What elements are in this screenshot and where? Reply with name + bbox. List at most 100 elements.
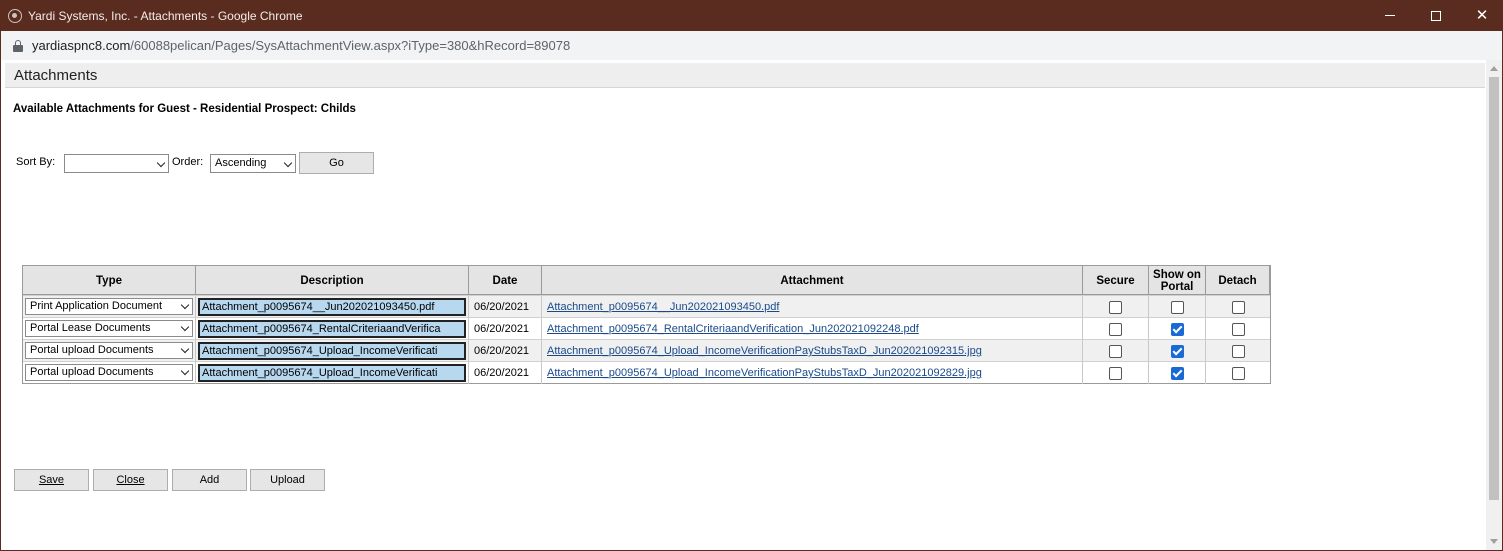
detach-checkbox[interactable] <box>1231 366 1245 380</box>
lock-icon[interactable] <box>13 39 23 52</box>
attachment-link[interactable]: Attachment_p0095674_Upload_IncomeVerific… <box>542 362 1083 384</box>
column-header-type: Type <box>23 266 196 295</box>
order-label: Order: <box>172 156 204 168</box>
chevron-down-icon <box>156 158 166 168</box>
type-value: Print Application Document <box>30 300 163 312</box>
show-on-portal-checkbox[interactable] <box>1170 300 1184 314</box>
show-on-portal-cell <box>1149 318 1206 340</box>
type-value: Portal upload Documents <box>30 366 154 378</box>
url-host: yardiaspnc8.com <box>32 38 131 53</box>
window-title: Yardi Systems, Inc. - Attachments - Goog… <box>28 8 303 23</box>
sort-by-label: Sort By: <box>16 156 56 168</box>
minimize-icon <box>1385 15 1395 16</box>
show-on-portal-checkbox[interactable] <box>1170 344 1184 358</box>
description-cell: Attachment_p0095674__Jun202021093450.pdf <box>196 296 469 318</box>
scroll-down-arrow-icon[interactable] <box>1490 539 1498 544</box>
order-value: Ascending <box>215 157 267 169</box>
description-cell: Attachment_p0095674_Upload_IncomeVerific… <box>196 362 469 384</box>
attachment-link[interactable]: Attachment_p0095674_Upload_IncomeVerific… <box>542 340 1083 362</box>
detach-checkbox[interactable] <box>1231 300 1245 314</box>
close-window-button[interactable]: ✕ <box>1459 0 1503 31</box>
description-input[interactable]: Attachment_p0095674_Upload_IncomeVerific… <box>198 342 466 360</box>
secure-cell <box>1083 340 1149 362</box>
type-cell: Portal Lease Documents <box>23 318 196 340</box>
type-select[interactable]: Portal Lease Documents <box>25 320 193 337</box>
save-button[interactable]: Save <box>14 469 89 491</box>
description-input[interactable]: Attachment_p0095674_RentalCriteriaandVer… <box>198 320 466 338</box>
chevron-down-icon <box>180 322 190 332</box>
type-cell: Portal upload Documents <box>23 340 196 362</box>
secure-cell <box>1083 318 1149 340</box>
table-row: Portal upload Documents Attachment_p0095… <box>23 361 1270 384</box>
table-row: Portal Lease Documents Attachment_p00956… <box>23 317 1270 340</box>
type-select[interactable]: Portal upload Documents <box>25 342 193 359</box>
show-on-portal-checkbox[interactable] <box>1170 366 1184 380</box>
url-text[interactable]: yardiaspnc8.com/60088pelican/Pages/SysAt… <box>32 38 570 53</box>
detach-checkbox[interactable] <box>1231 344 1245 358</box>
column-header-detach: Detach <box>1206 266 1270 295</box>
chevron-down-icon <box>180 366 190 376</box>
add-button[interactable]: Add <box>172 469 247 491</box>
detach-checkbox[interactable] <box>1231 322 1245 336</box>
attachment-link[interactable]: Attachment_p0095674__Jun202021093450.pdf <box>542 296 1083 318</box>
page-subtitle: Available Attachments for Guest - Reside… <box>13 103 356 115</box>
column-header-secure: Secure <box>1083 266 1149 295</box>
date-cell: 06/20/2021 <box>469 296 542 318</box>
type-cell: Print Application Document <box>23 296 196 318</box>
attachments-table: Type Description Date Attachment Secure … <box>22 265 1271 384</box>
secure-checkbox[interactable] <box>1109 344 1122 358</box>
chevron-down-icon <box>180 300 190 310</box>
column-header-show-on-portal: Show on Portal <box>1149 266 1206 295</box>
show-on-portal-checkbox[interactable] <box>1170 322 1184 336</box>
table-row: Portal upload Documents Attachment_p0095… <box>23 339 1270 362</box>
type-value: Portal Lease Documents <box>30 322 151 334</box>
column-header-date: Date <box>469 266 542 295</box>
type-value: Portal upload Documents <box>30 344 154 356</box>
address-bar[interactable]: yardiaspnc8.com/60088pelican/Pages/SysAt… <box>0 31 1503 60</box>
maximize-button[interactable] <box>1413 0 1459 31</box>
date-cell: 06/20/2021 <box>469 362 542 384</box>
chevron-down-icon <box>283 158 293 168</box>
detach-cell <box>1206 296 1270 318</box>
url-path: /60088pelican/Pages/SysAttachmentView.as… <box>130 38 571 53</box>
secure-cell <box>1083 362 1149 384</box>
column-header-description: Description <box>196 266 469 295</box>
secure-cell <box>1083 296 1149 318</box>
detach-cell <box>1206 362 1270 384</box>
page-header: Attachments <box>5 63 1485 88</box>
type-cell: Portal upload Documents <box>23 362 196 384</box>
attachment-link[interactable]: Attachment_p0095674_RentalCriteriaandVer… <box>542 318 1083 340</box>
type-select[interactable]: Print Application Document <box>25 298 193 315</box>
scrollbar-thumb[interactable] <box>1489 77 1499 500</box>
scroll-up-arrow-icon[interactable] <box>1490 66 1498 71</box>
page-content: Attachments Available Attachments for Gu… <box>0 60 1503 551</box>
description-input[interactable]: Attachment_p0095674__Jun202021093450.pdf <box>198 298 466 316</box>
secure-checkbox[interactable] <box>1109 322 1122 336</box>
table-row: Print Application Document Attachment_p0… <box>23 295 1270 318</box>
close-icon: ✕ <box>1475 6 1489 24</box>
maximize-icon <box>1431 10 1441 21</box>
sort-by-select[interactable] <box>64 154 169 173</box>
show-on-portal-cell <box>1149 340 1206 362</box>
column-header-attachment: Attachment <box>542 266 1083 295</box>
minimize-button[interactable] <box>1367 0 1413 31</box>
chevron-down-icon <box>180 344 190 354</box>
secure-checkbox[interactable] <box>1109 366 1122 380</box>
show-on-portal-cell <box>1149 362 1206 384</box>
show-on-portal-cell <box>1149 296 1206 318</box>
go-button[interactable]: Go <box>299 152 374 174</box>
window-titlebar: Yardi Systems, Inc. - Attachments - Goog… <box>0 0 1503 31</box>
vertical-scrollbar[interactable] <box>1486 60 1502 550</box>
date-cell: 06/20/2021 <box>469 318 542 340</box>
description-cell: Attachment_p0095674_Upload_IncomeVerific… <box>196 340 469 362</box>
detach-cell <box>1206 340 1270 362</box>
order-select[interactable]: Ascending <box>210 154 296 173</box>
secure-checkbox[interactable] <box>1109 300 1122 314</box>
type-select[interactable]: Portal upload Documents <box>25 364 193 381</box>
page-title: Attachments <box>14 67 98 84</box>
detach-cell <box>1206 318 1270 340</box>
chrome-app-icon <box>8 8 22 23</box>
description-input[interactable]: Attachment_p0095674_Upload_IncomeVerific… <box>198 364 466 382</box>
upload-button[interactable]: Upload <box>250 469 325 491</box>
close-button[interactable]: Close <box>93 469 168 491</box>
